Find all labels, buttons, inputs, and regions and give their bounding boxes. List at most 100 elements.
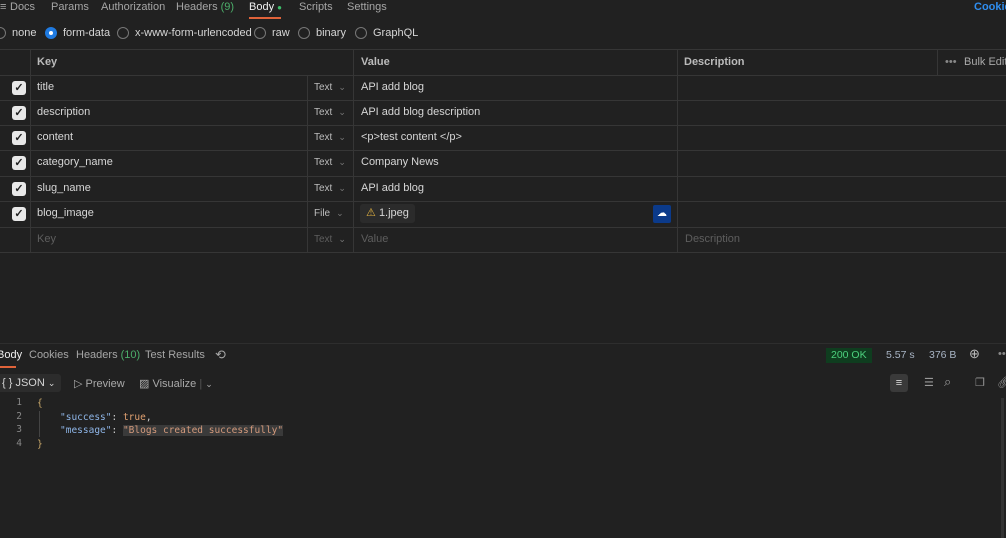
key-cell[interactable]: description bbox=[37, 100, 90, 125]
description-cell[interactable] bbox=[678, 176, 937, 201]
key-cell[interactable]: slug_name bbox=[37, 176, 91, 201]
row-checkbox[interactable]: ✓ bbox=[12, 182, 26, 196]
file-name: 1.jpeg bbox=[379, 207, 409, 219]
pane-divider[interactable] bbox=[0, 343, 1006, 344]
type-label: Text bbox=[314, 157, 332, 168]
copy-icon[interactable]: ❐ bbox=[975, 376, 985, 389]
radio-x-www-form-urlencoded[interactable]: x-www-form-urlencoded bbox=[117, 27, 252, 39]
type-select[interactable]: Text⌄ bbox=[314, 125, 346, 150]
headers-count: (10) bbox=[121, 349, 141, 361]
row-checkbox[interactable]: ✓ bbox=[12, 81, 26, 95]
response-tab-body[interactable]: Body bbox=[0, 349, 22, 361]
cloud-upload-icon[interactable]: ☁ bbox=[653, 205, 671, 223]
scrollbar[interactable] bbox=[1001, 398, 1004, 538]
file-chip[interactable]: ⚠ 1.jpeg bbox=[360, 204, 415, 223]
json-brace: { bbox=[37, 397, 43, 411]
response-tab-headers[interactable]: Headers (10) bbox=[76, 349, 140, 361]
visualize-button[interactable]: ▨ Visualize | ⌄ bbox=[139, 377, 213, 390]
table-row: ✓ content Text⌄ <p>test content </p> bbox=[0, 125, 1006, 150]
header-description: Description bbox=[684, 50, 745, 75]
new-type-select[interactable]: Text ⌄ bbox=[314, 227, 346, 252]
radio-form-data[interactable]: form-data bbox=[45, 27, 110, 39]
response-tab-test-results[interactable]: Test Results bbox=[145, 349, 205, 361]
radio-graphql[interactable]: GraphQL bbox=[355, 27, 418, 39]
header-value: Value bbox=[361, 50, 390, 75]
row-checkbox[interactable]: ✓ bbox=[12, 207, 26, 221]
radio-label: form-data bbox=[63, 27, 110, 39]
response-time: 5.57 s bbox=[886, 349, 915, 361]
tab-label: Headers bbox=[76, 349, 118, 361]
row-checkbox[interactable]: ✓ bbox=[12, 106, 26, 120]
wrap-lines-icon[interactable]: ≡ bbox=[890, 374, 908, 392]
search-icon[interactable]: ⌕ bbox=[944, 374, 951, 390]
chevron-down-icon: ⌄ bbox=[336, 208, 344, 218]
value-cell[interactable]: API add blog bbox=[361, 176, 424, 201]
tab-authorization[interactable]: Authorization bbox=[101, 1, 165, 13]
more-icon[interactable]: ••• bbox=[998, 348, 1006, 360]
chevron-down-icon: ⌄ bbox=[338, 183, 346, 193]
value-cell[interactable]: API add blog description bbox=[361, 100, 480, 125]
new-description-input[interactable]: Description bbox=[685, 227, 740, 252]
tab-params[interactable]: Params bbox=[51, 1, 89, 13]
new-key-input[interactable]: Key bbox=[37, 227, 56, 252]
chevron-down-icon: ⌄ bbox=[338, 157, 346, 167]
table-row: ✓ blog_image File ⌄ ⚠ 1.jpeg ☁ bbox=[0, 201, 1006, 226]
response-tab-underline bbox=[0, 366, 16, 368]
chevron-down-icon: ⌄ bbox=[338, 234, 346, 244]
more-icon[interactable]: ••• bbox=[945, 50, 957, 75]
response-tab-cookies[interactable]: Cookies bbox=[29, 349, 69, 361]
format-select[interactable]: { } JSON ⌄ bbox=[0, 374, 61, 392]
history-icon[interactable]: ⟲ bbox=[215, 347, 226, 363]
new-value-input[interactable]: Value bbox=[361, 227, 388, 252]
row-checkbox[interactable]: ✓ bbox=[12, 156, 26, 170]
value-cell[interactable]: API add blog bbox=[361, 75, 424, 100]
bulk-edit-button[interactable]: Bulk Edit bbox=[964, 50, 1006, 75]
radio-label: binary bbox=[316, 27, 346, 39]
type-label: Text bbox=[314, 234, 332, 245]
description-cell[interactable] bbox=[678, 125, 937, 150]
link-icon[interactable]: 🔗︎ bbox=[997, 376, 1006, 389]
tab-settings[interactable]: Settings bbox=[347, 1, 387, 13]
type-select[interactable]: File ⌄ bbox=[314, 201, 344, 226]
description-cell[interactable] bbox=[678, 150, 937, 175]
radio-none[interactable]: none bbox=[0, 27, 36, 39]
key-cell[interactable]: blog_image bbox=[37, 201, 94, 226]
type-select[interactable]: Text⌄ bbox=[314, 100, 346, 125]
radio-raw[interactable]: raw bbox=[254, 27, 290, 39]
tab-docs[interactable]: Docs bbox=[10, 1, 35, 13]
json-value: true bbox=[123, 412, 146, 423]
row-checkbox[interactable]: ✓ bbox=[12, 131, 26, 145]
description-cell[interactable] bbox=[678, 201, 937, 226]
value-cell[interactable]: <p>test content </p> bbox=[361, 125, 462, 150]
line-number: 2 bbox=[10, 411, 22, 422]
tab-body-label: Body bbox=[249, 1, 274, 13]
chevron-down-icon: ⌄ bbox=[338, 107, 346, 117]
description-cell[interactable] bbox=[678, 75, 937, 100]
radio-circle bbox=[117, 27, 129, 39]
tab-headers[interactable]: Headers (9) bbox=[176, 1, 234, 13]
json-value: "Blogs created successfully" bbox=[123, 425, 283, 436]
filter-icon[interactable]: ☰ bbox=[924, 376, 934, 389]
chevron-down-icon: ⌄ bbox=[48, 378, 56, 388]
type-select[interactable]: Text⌄ bbox=[314, 176, 346, 201]
radio-binary[interactable]: binary bbox=[298, 27, 346, 39]
value-cell[interactable]: Company News bbox=[361, 150, 439, 175]
tab-body-underline bbox=[249, 17, 281, 19]
type-select[interactable]: Text ⌄ bbox=[314, 150, 346, 175]
radio-label: x-www-form-urlencoded bbox=[135, 27, 252, 39]
type-label: File bbox=[314, 208, 330, 219]
key-cell[interactable]: title bbox=[37, 75, 54, 100]
key-cell[interactable]: content bbox=[37, 125, 73, 150]
radio-circle bbox=[254, 27, 266, 39]
format-label: JSON bbox=[15, 377, 44, 389]
description-cell[interactable] bbox=[678, 100, 937, 125]
preview-button[interactable]: ▷ Preview bbox=[74, 377, 125, 390]
tab-body[interactable]: Body ● bbox=[249, 1, 282, 13]
cookies-link[interactable]: Cookies bbox=[974, 1, 1006, 13]
radio-circle bbox=[355, 27, 367, 39]
tab-scripts[interactable]: Scripts bbox=[299, 1, 333, 13]
json-line: "message": "Blogs created successfully" bbox=[60, 424, 283, 438]
globe-icon[interactable]: ⊕ bbox=[969, 346, 980, 362]
type-select[interactable]: Text⌄ bbox=[314, 75, 346, 100]
key-cell[interactable]: category_name bbox=[37, 150, 113, 175]
